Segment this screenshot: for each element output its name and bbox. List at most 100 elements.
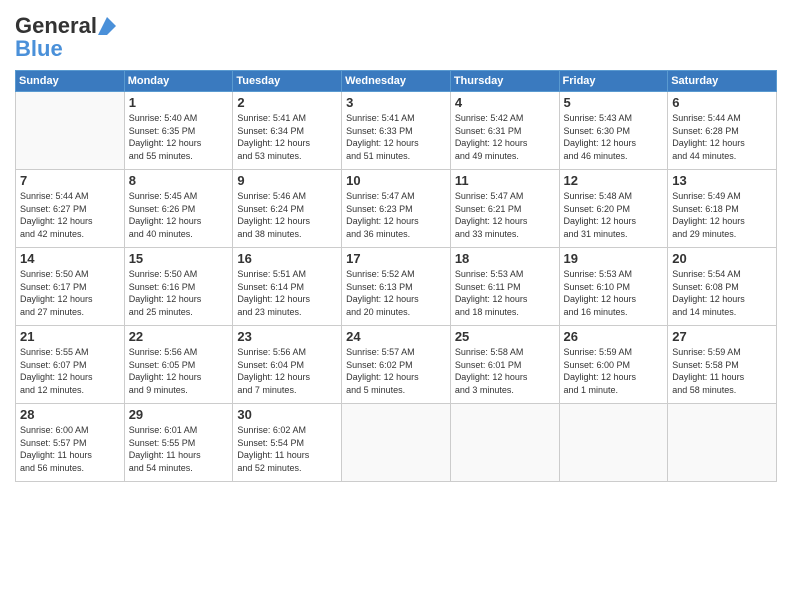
day-number: 23 — [237, 329, 337, 344]
calendar-cell: 17 Sunrise: 5:52 AMSunset: 6:13 PMDayligh… — [342, 248, 451, 326]
day-info: Sunrise: 5:54 AMSunset: 6:08 PMDaylight:… — [672, 268, 772, 318]
logo: General Blue — [15, 14, 116, 62]
calendar-cell — [450, 404, 559, 482]
calendar-cell: 13Sunrise: 5:49 AMSunset: 6:18 PMDayligh… — [668, 170, 777, 248]
calendar-cell: 29 Sunrise: 6:01 AMSunset: 5:55 PMDayligh… — [124, 404, 233, 482]
week-row-0: 1 Sunrise: 5:40 AMSunset: 6:35 PMDaylight… — [16, 92, 777, 170]
day-number: 3 — [346, 95, 446, 110]
week-row-2: 14 Sunrise: 5:50 AMSunset: 6:17 PMDayligh… — [16, 248, 777, 326]
day-number: 20 — [672, 251, 772, 266]
week-row-4: 28 Sunrise: 6:00 AMSunset: 5:57 PMDayligh… — [16, 404, 777, 482]
day-info: Sunrise: 5:59 AMSunset: 6:00 PMDaylight:… — [564, 346, 664, 396]
calendar-cell: 18 Sunrise: 5:53 AMSunset: 6:11 PMDayligh… — [450, 248, 559, 326]
calendar-cell: 24Sunrise: 5:57 AMSunset: 6:02 PMDayligh… — [342, 326, 451, 404]
day-info: Sunrise: 5:53 AMSunset: 6:11 PMDaylight:… — [455, 268, 555, 318]
day-info: Sunrise: 6:01 AMSunset: 5:55 PMDaylight:… — [129, 424, 229, 474]
day-info: Sunrise: 6:02 AMSunset: 5:54 PMDaylight:… — [237, 424, 337, 474]
calendar-cell: 23 Sunrise: 5:56 AMSunset: 6:04 PMDayligh… — [233, 326, 342, 404]
calendar-cell — [668, 404, 777, 482]
day-info: Sunrise: 5:50 AMSunset: 6:16 PMDaylight:… — [129, 268, 229, 318]
calendar-cell: 6Sunrise: 5:44 AMSunset: 6:28 PMDaylight… — [668, 92, 777, 170]
day-number: 26 — [564, 329, 664, 344]
day-info: Sunrise: 5:40 AMSunset: 6:35 PMDaylight:… — [129, 112, 229, 162]
header: General Blue — [15, 10, 777, 62]
day-number: 4 — [455, 95, 555, 110]
calendar-cell: 8 Sunrise: 5:45 AMSunset: 6:26 PMDaylight… — [124, 170, 233, 248]
day-info: Sunrise: 5:47 AMSunset: 6:21 PMDaylight:… — [455, 190, 555, 240]
calendar-cell — [559, 404, 668, 482]
day-number: 9 — [237, 173, 337, 188]
calendar-cell: 28 Sunrise: 6:00 AMSunset: 5:57 PMDayligh… — [16, 404, 125, 482]
week-row-1: 7Sunrise: 5:44 AMSunset: 6:27 PMDaylight… — [16, 170, 777, 248]
header-cell-sunday: Sunday — [16, 71, 125, 92]
day-number: 19 — [564, 251, 664, 266]
day-number: 22 — [129, 329, 229, 344]
day-info: Sunrise: 6:00 AMSunset: 5:57 PMDaylight:… — [20, 424, 120, 474]
day-number: 21 — [20, 329, 120, 344]
day-number: 12 — [564, 173, 664, 188]
calendar-cell — [16, 92, 125, 170]
logo-text-general: General — [15, 14, 97, 38]
day-info: Sunrise: 5:46 AMSunset: 6:24 PMDaylight:… — [237, 190, 337, 240]
header-cell-thursday: Thursday — [450, 71, 559, 92]
day-info: Sunrise: 5:52 AMSunset: 6:13 PMDaylight:… — [346, 268, 446, 318]
day-info: Sunrise: 5:45 AMSunset: 6:26 PMDaylight:… — [129, 190, 229, 240]
calendar-cell: 12 Sunrise: 5:48 AMSunset: 6:20 PMDayligh… — [559, 170, 668, 248]
day-info: Sunrise: 5:56 AMSunset: 6:04 PMDaylight:… — [237, 346, 337, 396]
day-number: 14 — [20, 251, 120, 266]
day-info: Sunrise: 5:57 AMSunset: 6:02 PMDaylight:… — [346, 346, 446, 396]
calendar-cell: 4 Sunrise: 5:42 AMSunset: 6:31 PMDaylight… — [450, 92, 559, 170]
logo-icon — [98, 17, 116, 35]
day-number: 15 — [129, 251, 229, 266]
calendar-cell: 19 Sunrise: 5:53 AMSunset: 6:10 PMDayligh… — [559, 248, 668, 326]
day-info: Sunrise: 5:47 AMSunset: 6:23 PMDaylight:… — [346, 190, 446, 240]
calendar-cell: 11 Sunrise: 5:47 AMSunset: 6:21 PMDayligh… — [450, 170, 559, 248]
calendar-cell — [342, 404, 451, 482]
day-number: 27 — [672, 329, 772, 344]
day-number: 5 — [564, 95, 664, 110]
header-cell-wednesday: Wednesday — [342, 71, 451, 92]
calendar-cell: 21 Sunrise: 5:55 AMSunset: 6:07 PMDayligh… — [16, 326, 125, 404]
day-info: Sunrise: 5:42 AMSunset: 6:31 PMDaylight:… — [455, 112, 555, 162]
day-info: Sunrise: 5:50 AMSunset: 6:17 PMDaylight:… — [20, 268, 120, 318]
calendar-cell: 20 Sunrise: 5:54 AMSunset: 6:08 PMDayligh… — [668, 248, 777, 326]
calendar-cell: 30 Sunrise: 6:02 AMSunset: 5:54 PMDayligh… — [233, 404, 342, 482]
header-cell-tuesday: Tuesday — [233, 71, 342, 92]
day-info: Sunrise: 5:51 AMSunset: 6:14 PMDaylight:… — [237, 268, 337, 318]
day-number: 11 — [455, 173, 555, 188]
calendar-cell: 15 Sunrise: 5:50 AMSunset: 6:16 PMDayligh… — [124, 248, 233, 326]
day-number: 17 — [346, 251, 446, 266]
calendar-cell: 5 Sunrise: 5:43 AMSunset: 6:30 PMDaylight… — [559, 92, 668, 170]
calendar-cell: 7Sunrise: 5:44 AMSunset: 6:27 PMDaylight… — [16, 170, 125, 248]
calendar-cell: 1 Sunrise: 5:40 AMSunset: 6:35 PMDaylight… — [124, 92, 233, 170]
day-number: 8 — [129, 173, 229, 188]
day-info: Sunrise: 5:55 AMSunset: 6:07 PMDaylight:… — [20, 346, 120, 396]
week-row-3: 21 Sunrise: 5:55 AMSunset: 6:07 PMDayligh… — [16, 326, 777, 404]
day-number: 29 — [129, 407, 229, 422]
day-info: Sunrise: 5:41 AMSunset: 6:33 PMDaylight:… — [346, 112, 446, 162]
day-info: Sunrise: 5:43 AMSunset: 6:30 PMDaylight:… — [564, 112, 664, 162]
day-number: 30 — [237, 407, 337, 422]
day-number: 2 — [237, 95, 337, 110]
day-number: 10 — [346, 173, 446, 188]
calendar-body: 1 Sunrise: 5:40 AMSunset: 6:35 PMDaylight… — [16, 92, 777, 482]
header-cell-friday: Friday — [559, 71, 668, 92]
calendar-header-row: SundayMondayTuesdayWednesdayThursdayFrid… — [16, 71, 777, 92]
calendar-table: SundayMondayTuesdayWednesdayThursdayFrid… — [15, 70, 777, 482]
header-cell-saturday: Saturday — [668, 71, 777, 92]
day-info: Sunrise: 5:41 AMSunset: 6:34 PMDaylight:… — [237, 112, 337, 162]
calendar-cell: 2 Sunrise: 5:41 AMSunset: 6:34 PMDaylight… — [233, 92, 342, 170]
page: General Blue SundayMondayTuesdayWednesda… — [0, 0, 792, 612]
day-number: 13 — [672, 173, 772, 188]
calendar-cell: 16Sunrise: 5:51 AMSunset: 6:14 PMDayligh… — [233, 248, 342, 326]
calendar-cell: 27 Sunrise: 5:59 AMSunset: 5:58 PMDayligh… — [668, 326, 777, 404]
calendar-cell: 26 Sunrise: 5:59 AMSunset: 6:00 PMDayligh… — [559, 326, 668, 404]
day-info: Sunrise: 5:59 AMSunset: 5:58 PMDaylight:… — [672, 346, 772, 396]
day-info: Sunrise: 5:53 AMSunset: 6:10 PMDaylight:… — [564, 268, 664, 318]
day-number: 28 — [20, 407, 120, 422]
day-info: Sunrise: 5:58 AMSunset: 6:01 PMDaylight:… — [455, 346, 555, 396]
calendar-cell: 22Sunrise: 5:56 AMSunset: 6:05 PMDayligh… — [124, 326, 233, 404]
day-number: 1 — [129, 95, 229, 110]
day-number: 18 — [455, 251, 555, 266]
day-info: Sunrise: 5:48 AMSunset: 6:20 PMDaylight:… — [564, 190, 664, 240]
